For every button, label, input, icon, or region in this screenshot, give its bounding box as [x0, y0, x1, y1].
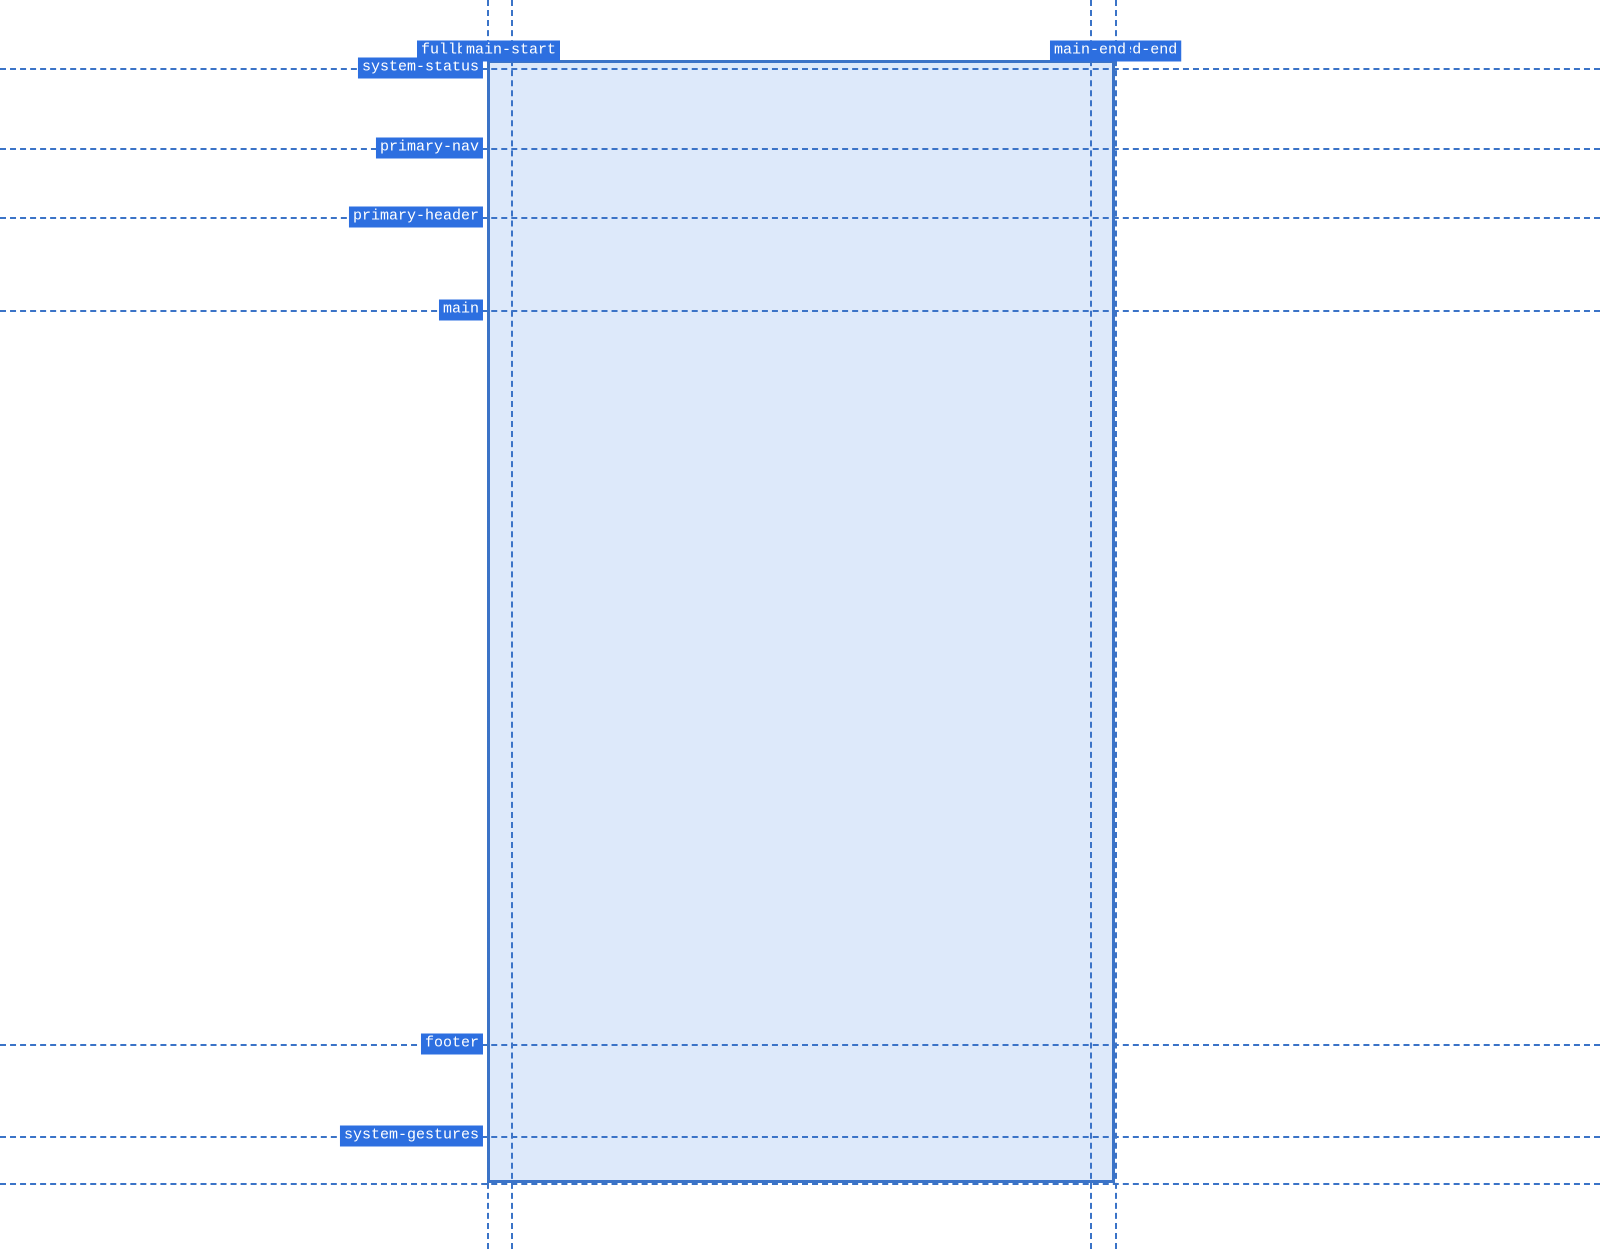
column-line-main-end: [1090, 0, 1092, 1249]
column-label-main-end: main-end: [1050, 41, 1130, 62]
row-line-system-status: [0, 68, 1600, 70]
column-label-fullbleed-start: fullbleed-start: [417, 41, 560, 62]
row-line-primary-header: [0, 217, 1600, 219]
row-line-main: [0, 310, 1600, 312]
row-label-system-gestures: system-gestures: [340, 1126, 483, 1147]
row-line-primary-nav: [0, 148, 1600, 150]
column-line-fullbleed-start: [487, 0, 489, 1249]
row-line-bottom: [0, 1183, 1600, 1185]
row-label-main: main: [439, 300, 483, 321]
row-label-system-status: system-status: [358, 58, 483, 79]
row-line-system-gestures: [0, 1136, 1600, 1138]
grid-frame: [487, 60, 1115, 1183]
row-label-footer: footer: [421, 1034, 483, 1055]
column-line-fullbleed-end: [1115, 0, 1117, 1249]
column-label-fullbleed-end: fullbleed-end: [1056, 41, 1181, 62]
row-label-primary-header: primary-header: [349, 207, 483, 228]
column-line-main-start: [511, 0, 513, 1249]
row-line-footer: [0, 1044, 1600, 1046]
row-label-primary-nav: primary-nav: [376, 138, 483, 159]
column-label-main-start: main-start: [462, 41, 560, 62]
